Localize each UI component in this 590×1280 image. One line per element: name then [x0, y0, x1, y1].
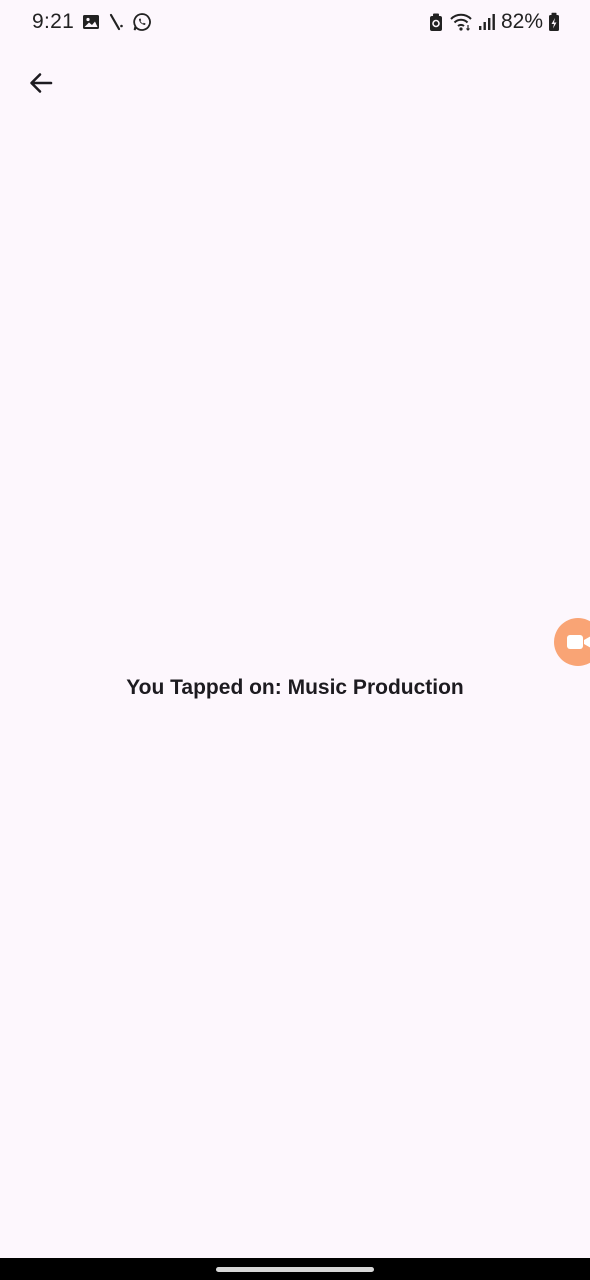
status-right: 82%	[428, 10, 560, 34]
signal-slash-icon	[108, 13, 124, 31]
app-bar	[0, 56, 590, 112]
home-gesture-handle[interactable]	[216, 1267, 374, 1272]
image-icon	[82, 14, 100, 30]
status-time: 9:21	[32, 10, 75, 33]
status-left: 9:21	[32, 10, 152, 34]
battery-saver-icon	[428, 12, 444, 32]
cellular-signal-icon	[478, 13, 496, 31]
battery-charging-icon	[548, 12, 560, 32]
status-bar: 9:21 82%	[0, 0, 590, 44]
floating-video-bubble[interactable]	[554, 618, 590, 666]
tapped-message: You Tapped on: Music Production	[126, 676, 464, 699]
arrow-back-icon	[27, 69, 55, 97]
video-camera-icon	[566, 633, 590, 651]
back-button[interactable]	[20, 62, 62, 104]
navigation-bar	[0, 1258, 590, 1280]
whatsapp-icon	[132, 12, 152, 32]
wifi-icon	[449, 12, 473, 32]
battery-percentage: 82%	[500, 10, 543, 33]
